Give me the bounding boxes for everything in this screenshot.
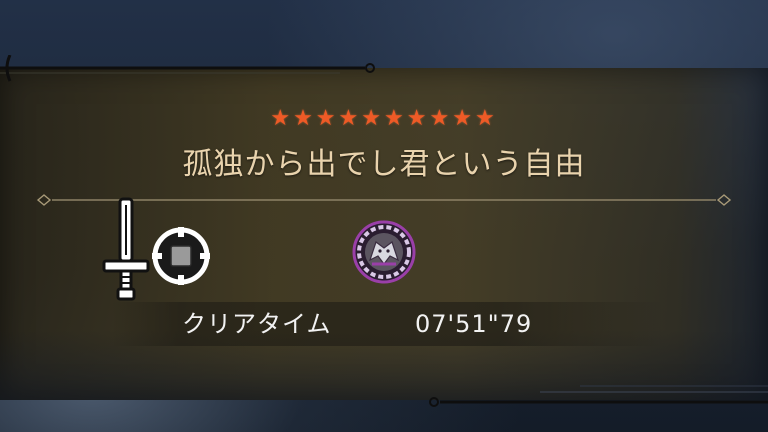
frame-ornament-bottom xyxy=(429,385,768,407)
star-icon: ★ xyxy=(384,106,407,131)
clear-time-label: クリアタイム xyxy=(182,310,332,338)
star-icon: ★ xyxy=(315,106,339,131)
difficulty-stars: ★★★★★★★★★★ xyxy=(0,108,768,130)
star-icon: ★ xyxy=(452,106,475,131)
star-icon: ★ xyxy=(293,106,316,131)
star-icon: ★ xyxy=(338,106,362,131)
star-icon: ★ xyxy=(361,106,384,131)
star-icon: ★ xyxy=(406,106,430,131)
great-sword-icon xyxy=(102,197,150,301)
star-icon: ★ xyxy=(270,106,294,131)
clear-time-value: 07'51"79 xyxy=(415,310,533,338)
monster-emblem-icon xyxy=(352,220,416,284)
quest-title: 孤独から出でし君という自由 xyxy=(182,147,586,182)
quest-result-screen: ★★★★★★★★★★ 孤独から出でし君という自由 クリアタイム 07'51"79 xyxy=(0,0,768,432)
star-icon: ★ xyxy=(429,106,453,131)
crosshair-target-icon xyxy=(152,227,210,285)
frame-ornament-top xyxy=(0,55,375,82)
star-icon: ★ xyxy=(474,106,498,131)
